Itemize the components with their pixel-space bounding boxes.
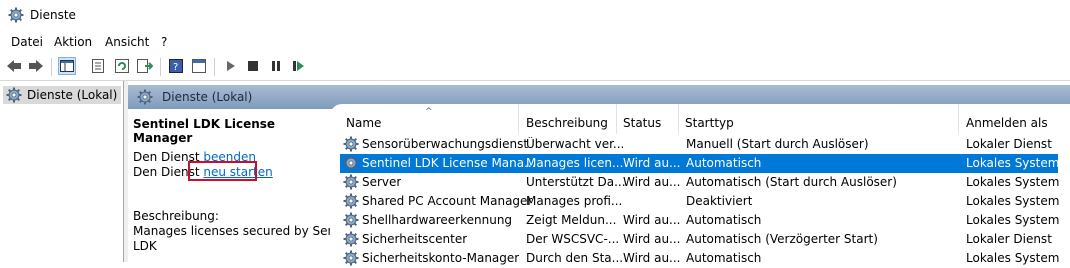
service-status: Wird au... bbox=[623, 156, 681, 170]
service-description: Manages licen... bbox=[526, 156, 624, 170]
toolbar: ? bbox=[0, 53, 1070, 81]
restart-icon[interactable] bbox=[290, 57, 308, 75]
console-tree-icon[interactable] bbox=[58, 57, 76, 75]
table-row[interactable]: Shared PC Account Manager Manages profi..… bbox=[340, 192, 1060, 211]
export-list-icon[interactable] bbox=[136, 57, 154, 75]
highlight-box bbox=[188, 161, 257, 181]
title-bar: Dienste bbox=[0, 0, 1070, 31]
pane-header-title: Dienste (Lokal) bbox=[162, 90, 253, 104]
service-description: Überwacht ver... bbox=[526, 137, 625, 151]
table-row[interactable]: Sicherheitscenter Der WSCSVC-... Wird au..… bbox=[340, 230, 1058, 249]
menu-aktion[interactable]: Aktion bbox=[54, 35, 92, 49]
service-description: Manages profi... bbox=[526, 194, 623, 208]
svg-text:?: ? bbox=[173, 62, 178, 73]
service-gear-icon bbox=[343, 212, 359, 228]
service-name: Sicherheitskonto-Manager bbox=[362, 251, 520, 265]
service-starttype: Automatisch (Verzögerter Start) bbox=[686, 232, 878, 246]
service-name: Sensorüberwachungsdienst bbox=[362, 137, 529, 151]
menu-datei[interactable]: Datei bbox=[11, 35, 43, 49]
service-logon: Lokales System bbox=[966, 213, 1060, 227]
service-title: Sentinel LDK License Manager bbox=[133, 117, 276, 145]
menu-bar: Datei Aktion Ansicht ? bbox=[0, 31, 1070, 52]
pause-icon[interactable] bbox=[267, 57, 285, 75]
description-text-2: LDK bbox=[133, 239, 157, 253]
service-starttype: Automatisch bbox=[686, 156, 762, 170]
service-gear-icon bbox=[343, 136, 359, 152]
service-logon: Lokaler Dienst bbox=[966, 137, 1052, 151]
table-row[interactable]: Sicherheitskonto-Manager Durch den Sta...… bbox=[340, 249, 1060, 268]
column-header-status[interactable]: Status bbox=[623, 104, 678, 132]
stop-icon[interactable] bbox=[244, 57, 262, 75]
forward-icon[interactable] bbox=[27, 57, 45, 75]
back-icon[interactable] bbox=[5, 57, 23, 75]
service-description: Zeigt Meldun... bbox=[526, 213, 617, 227]
service-logon: Lokales System bbox=[966, 156, 1060, 170]
services-pane: Dienste (Lokal) Sentinel LDK License Man… bbox=[128, 81, 1070, 262]
service-name: Sicherheitscenter bbox=[362, 232, 468, 246]
service-gear-icon bbox=[343, 174, 359, 190]
service-description: Durch den Sta... bbox=[526, 251, 624, 265]
service-starttype: Automatisch (Start durch Auslöser) bbox=[686, 175, 897, 189]
service-logon: Lokaler Dienst bbox=[966, 232, 1052, 246]
service-gear-icon bbox=[343, 250, 359, 266]
service-gear-icon bbox=[343, 155, 359, 171]
services-gear-icon bbox=[6, 87, 22, 103]
service-detail-panel: Sentinel LDK License Manager Den Dienst … bbox=[128, 109, 362, 262]
service-starttype: Automatisch bbox=[686, 213, 762, 227]
show-hide-pane-icon[interactable] bbox=[190, 57, 208, 75]
service-starttype: Deaktiviert bbox=[686, 194, 753, 208]
service-name: Shared PC Account Manager bbox=[362, 194, 533, 208]
services-list: ^ Name Beschreibung Status Starttyp Anme… bbox=[330, 104, 1070, 262]
service-gear-icon bbox=[343, 231, 359, 247]
table-row[interactable]: Shellhardwareerkennung Zeigt Meldun... Wir… bbox=[340, 211, 1060, 230]
console-tree: Dienste (Lokal) bbox=[0, 81, 124, 262]
help-icon[interactable]: ? bbox=[167, 57, 185, 75]
service-description: Der WSCSVC-... bbox=[526, 232, 620, 246]
table-row[interactable]: Sentinel LDK License Mana... Manages lice… bbox=[340, 154, 1060, 173]
menu-help[interactable]: ? bbox=[161, 35, 167, 49]
service-status: Wird au... bbox=[623, 175, 681, 189]
service-logon: Lokales System bbox=[966, 251, 1060, 265]
menu-ansicht[interactable]: Ansicht bbox=[105, 35, 149, 49]
service-name: Server bbox=[362, 175, 402, 189]
table-row[interactable]: Sensorüberwachungsdienst Überwacht ver...… bbox=[340, 135, 1058, 154]
description-text-1: Manages licenses secured by Sentinel bbox=[133, 224, 362, 238]
service-name: Shellhardwareerkennung bbox=[362, 213, 513, 227]
services-gear-icon bbox=[8, 7, 24, 23]
service-gear-icon bbox=[343, 193, 359, 209]
service-logon: Lokales System bbox=[966, 194, 1060, 208]
column-header-starttype[interactable]: Starttyp bbox=[685, 104, 955, 132]
service-name: Sentinel LDK License Mana... bbox=[362, 156, 536, 170]
column-header-name[interactable]: Name bbox=[346, 104, 518, 132]
service-status: Wird au... bbox=[623, 213, 681, 227]
service-description: Unterstützt Da... bbox=[526, 175, 626, 189]
service-status: Wird au... bbox=[623, 251, 681, 265]
service-starttype: Manuell (Start durch Auslöser) bbox=[686, 137, 869, 151]
table-row[interactable]: Server Unterstützt Da... Wird au... Automat… bbox=[340, 173, 1060, 192]
tree-item-dienste-lokal[interactable]: Dienste (Lokal) bbox=[3, 86, 121, 104]
description-label: Beschreibung: bbox=[133, 209, 219, 223]
service-status: Wird au... bbox=[623, 232, 681, 246]
start-icon[interactable] bbox=[222, 57, 240, 75]
service-logon: Lokales System bbox=[966, 175, 1060, 189]
properties-icon[interactable] bbox=[89, 57, 107, 75]
column-header-logon[interactable]: Anmelden als bbox=[966, 104, 1066, 132]
services-gear-icon bbox=[137, 89, 153, 105]
column-header-description[interactable]: Beschreibung bbox=[526, 104, 616, 132]
window-title: Dienste bbox=[30, 8, 76, 22]
service-starttype: Automatisch bbox=[686, 251, 762, 265]
tree-item-label: Dienste (Lokal) bbox=[27, 88, 118, 102]
refresh-icon[interactable] bbox=[113, 57, 131, 75]
